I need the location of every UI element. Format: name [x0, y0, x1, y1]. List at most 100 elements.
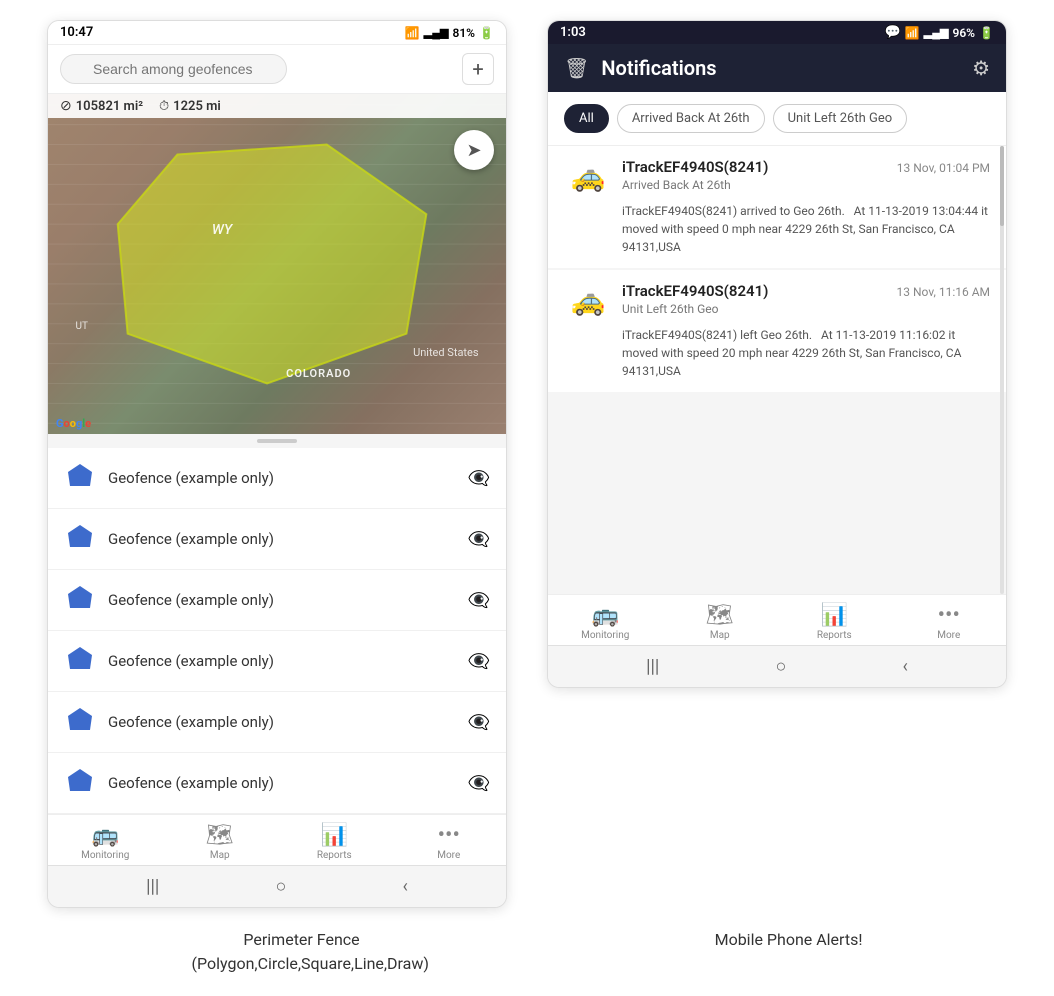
list-item[interactable]: Geofence (example only) 👁‍🗨 [48, 570, 506, 631]
more-label: More [437, 850, 460, 861]
visibility-icon[interactable]: 👁‍🗨 [468, 468, 490, 489]
list-item[interactable]: Geofence (example only) 👁‍🗨 [48, 692, 506, 753]
recent-apps-button[interactable]: ||| [146, 876, 159, 897]
map-area: ⊘ 105821 mi² ⏱ 1225 mi ➤ WY COLORADO UT … [48, 94, 506, 434]
tab-left[interactable]: Unit Left 26th Geo [773, 104, 908, 133]
wifi-icon: 📶 [405, 26, 420, 40]
right-phone: 1:03 💬 📶 ▂▄▆ 96% 🔋 🗑 Notifications ⚙ All… [547, 20, 1007, 688]
reports-icon-right: 📊 [821, 603, 848, 628]
map-icon: 🗺 [206, 823, 234, 848]
map-background: ⊘ 105821 mi² ⏱ 1225 mi ➤ WY COLORADO UT … [48, 94, 506, 434]
map-label-wy: WY [212, 222, 232, 238]
location-button[interactable]: ➤ [454, 130, 494, 170]
notif-event-type: Arrived Back At 26th [622, 178, 990, 192]
list-item[interactable]: Geofence (example only) 👁‍🗨 [48, 509, 506, 570]
reports-label-right: Reports [817, 630, 852, 641]
notif-title-row: iTrackEF4940S(8241) 13 Nov, 01:04 PM [622, 158, 990, 176]
geofence-name: Geofence (example only) [108, 591, 456, 609]
geofence-list: Geofence (example only) 👁‍🗨 Geofence (ex… [48, 448, 506, 814]
right-caption: Mobile Phone Alerts! [715, 928, 863, 976]
left-phone: 10:47 📶 ▂▄▆ 81% 🔋 🔍 + [47, 20, 507, 908]
visibility-icon[interactable]: 👁‍🗨 [468, 712, 490, 733]
area-stat: ⊘ 105821 mi² [60, 98, 143, 114]
visibility-icon[interactable]: 👁‍🗨 [468, 529, 490, 550]
google-logo: Google [56, 417, 91, 430]
monitoring-icon: 🚌 [92, 823, 119, 848]
map-label-right: Map [710, 630, 730, 641]
notifications-header: 🗑 Notifications ⚙ [548, 44, 1006, 92]
home-button[interactable]: ○ [275, 876, 286, 897]
add-geofence-button[interactable]: + [462, 53, 494, 85]
geofence-name: Geofence (example only) [108, 774, 456, 792]
more-icon-right: ••• [938, 603, 960, 628]
reports-icon: 📊 [321, 823, 348, 848]
notification-card[interactable]: 🚕 iTrackEF4940S(8241) 13 Nov, 01:04 PM A… [548, 146, 1006, 268]
distance-value: 1225 mi [173, 99, 221, 114]
scrollbar[interactable] [1000, 146, 1004, 594]
notif-event-type: Unit Left 26th Geo [622, 302, 990, 316]
scroll-indicator [48, 434, 506, 448]
chat-icon: 💬 [885, 25, 901, 40]
visibility-icon[interactable]: 👁‍🗨 [468, 773, 490, 794]
nav-reports[interactable]: 📊 Reports [304, 823, 364, 861]
nav-more[interactable]: ••• More [419, 823, 479, 861]
battery-icon: 🔋 [479, 26, 494, 40]
filter-tabs: All Arrived Back At 26th Unit Left 26th … [548, 92, 1006, 146]
notif-header-row: 🚕 iTrackEF4940S(8241) 13 Nov, 01:04 PM A… [564, 158, 990, 196]
geofence-polygon-icon [64, 523, 96, 555]
reports-label: Reports [317, 850, 352, 861]
battery-text: 81% [452, 26, 475, 40]
signal-icon-right: ▂▄▆ [924, 26, 949, 39]
nav-reports-right[interactable]: 📊 Reports [804, 603, 864, 641]
left-caption-text: Perimeter Fence(Polygon,Circle,Square,Li… [192, 930, 429, 973]
visibility-icon[interactable]: 👁‍🗨 [468, 651, 490, 672]
nav-map[interactable]: 🗺 Map [190, 823, 250, 861]
recent-apps-button-right[interactable]: ||| [646, 656, 659, 677]
nav-map-right[interactable]: 🗺 Map [690, 603, 750, 641]
empty-area [548, 394, 1006, 594]
list-item[interactable]: Geofence (example only) 👁‍🗨 [48, 753, 506, 814]
back-button[interactable]: ‹ [402, 876, 407, 897]
notif-title-row: iTrackEF4940S(8241) 13 Nov, 11:16 AM [622, 282, 990, 300]
geofence-name: Geofence (example only) [108, 469, 456, 487]
map-icon-right: 🗺 [706, 603, 734, 628]
tab-all[interactable]: All [564, 104, 609, 133]
notif-device-name: iTrackEF4940S(8241) [622, 282, 768, 300]
search-wrap: 🔍 [60, 54, 454, 84]
list-item[interactable]: Geofence (example only) 👁‍🗨 [48, 448, 506, 509]
nav-more-right[interactable]: ••• More [919, 603, 979, 641]
home-button-right[interactable]: ○ [775, 656, 786, 677]
monitoring-label: Monitoring [81, 850, 129, 861]
map-label: Map [210, 850, 230, 861]
wifi-icon-right: 📶 [905, 26, 920, 40]
left-status-bar: 10:47 📶 ▂▄▆ 81% 🔋 [48, 21, 506, 45]
signal-icon: ▂▄▆ [424, 26, 449, 39]
monitoring-label-right: Monitoring [581, 630, 629, 641]
scrollbar-thumb [1000, 146, 1004, 226]
nav-monitoring-right[interactable]: 🚌 Monitoring [575, 603, 635, 641]
geofence-polygon-icon [64, 645, 96, 677]
settings-icon[interactable]: ⚙ [972, 56, 990, 80]
list-item[interactable]: Geofence (example only) 👁‍🗨 [48, 631, 506, 692]
battery-icon-right: 🔋 [979, 26, 994, 40]
delete-icon[interactable]: 🗑 [564, 56, 589, 80]
search-input[interactable] [60, 54, 287, 84]
notif-timestamp: 13 Nov, 01:04 PM [897, 161, 990, 175]
more-label-right: More [937, 630, 960, 641]
notification-card[interactable]: 🚕 iTrackEF4940S(8241) 13 Nov, 11:16 AM U… [548, 270, 1006, 392]
nav-monitoring[interactable]: 🚌 Monitoring [75, 823, 135, 861]
right-time: 1:03 [560, 25, 586, 40]
left-time: 10:47 [60, 25, 93, 40]
geofence-name: Geofence (example only) [108, 713, 456, 731]
captions: Perimeter Fence(Polygon,Circle,Square,Li… [20, 928, 1034, 976]
right-bottom-nav: 🚌 Monitoring 🗺 Map 📊 Reports ••• More [548, 594, 1006, 645]
tab-arrived[interactable]: Arrived Back At 26th [617, 104, 765, 133]
map-label-ut: UT [75, 321, 87, 332]
visibility-icon[interactable]: 👁‍🗨 [468, 590, 490, 611]
distance-stat: ⏱ 1225 mi [159, 99, 221, 114]
car-avatar: 🚕 [564, 158, 612, 194]
back-button-right[interactable]: ‹ [902, 656, 907, 677]
area-value: 105821 mi² [76, 99, 143, 114]
right-android-nav: ||| ○ ‹ [548, 645, 1006, 687]
notif-info: iTrackEF4940S(8241) 13 Nov, 01:04 PM Arr… [622, 158, 990, 196]
